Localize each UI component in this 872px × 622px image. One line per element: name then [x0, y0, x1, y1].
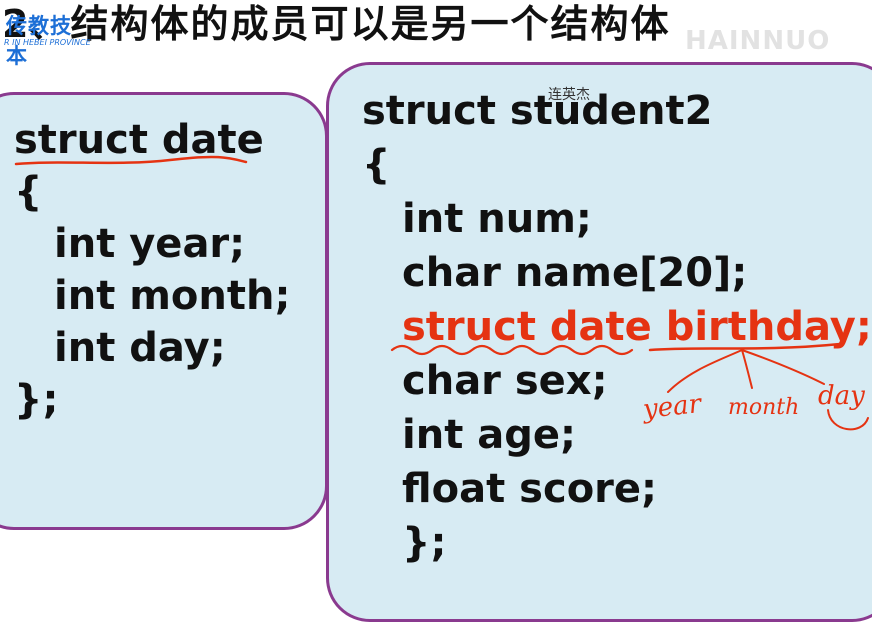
logo-text-en: R IN HEBEI PROVINCE — [4, 38, 91, 47]
code-line: { — [14, 169, 43, 215]
slide-title: 2、 结构体的成员可以是另一个结构体 — [0, 0, 670, 52]
code-line: int year; — [54, 221, 246, 267]
struct-date-code: struct date { int year; int month; int d… — [14, 114, 290, 426]
title-text: 结构体的成员可以是另一个结构体 — [70, 2, 671, 46]
code-line: }; — [14, 377, 59, 423]
code-line: struct date — [14, 117, 264, 163]
code-line: int num; — [402, 196, 592, 242]
code-line-highlighted: struct date birthday; — [402, 304, 872, 350]
code-line: int day; — [54, 325, 226, 371]
code-line: char name[20]; — [402, 250, 748, 296]
struct-student2-code: struct student2 { int num; char name[20]… — [362, 84, 872, 570]
code-line: int month; — [54, 273, 291, 319]
code-line: struct student2 — [362, 88, 713, 134]
code-line: }; — [402, 520, 447, 566]
watermark: HAINNUO — [685, 26, 831, 56]
code-line: char sex; — [402, 358, 608, 404]
code-line: int age; — [402, 412, 576, 458]
code-line: { — [362, 142, 391, 188]
logo: 传教技本 R IN HEBEI PROVINCE — [0, 8, 91, 68]
code-line: float score; — [402, 466, 658, 512]
